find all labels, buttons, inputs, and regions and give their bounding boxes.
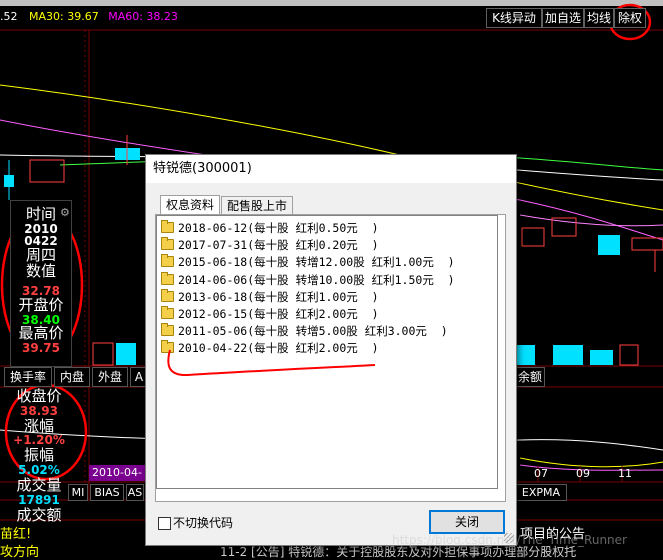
indicator-mi[interactable]: MI xyxy=(68,484,88,501)
x-tick-label: 07 xyxy=(534,467,548,480)
ex-rights-button[interactable]: 除权 xyxy=(614,8,646,28)
ma-button[interactable]: 均线 xyxy=(584,8,614,28)
tab-inner[interactable]: 内盘 xyxy=(54,367,90,387)
no-switch-code-label[interactable]: 不切换代码 xyxy=(173,514,233,531)
close-price-label: 收盘价 xyxy=(16,387,62,405)
indicator-line xyxy=(519,457,663,468)
list-item[interactable]: 2017-07-31(每十股 红利0.20元 ) xyxy=(161,237,379,253)
gear-icon[interactable]: ⚙ xyxy=(60,206,70,219)
high-value: 39.75 xyxy=(22,341,60,356)
list-item-text: 2018-06-12(每十股 红利0.50元 ) xyxy=(178,221,379,235)
volume-label: 成交量 xyxy=(16,476,62,495)
tab-placement-listing[interactable]: 配售股上市 xyxy=(221,196,294,216)
news-left: 苗红! xyxy=(0,527,32,542)
ma-indicator-bar: .52 MA30: 39.67 MA60: 38.23 xyxy=(0,7,184,27)
amplitude-label: 振幅 xyxy=(23,446,54,465)
ma60-label: MA60: 38.23 xyxy=(108,10,178,23)
ma30-label: MA30: 39.67 xyxy=(29,10,99,23)
volume-bar xyxy=(116,343,136,365)
volume-value: 17891 xyxy=(18,492,60,507)
tab-turnover[interactable]: 换手率 xyxy=(4,367,52,387)
indicator-bias[interactable]: BIAS xyxy=(90,484,124,501)
list-item[interactable]: 2015-06-18(每十股 转增12.00股 红利1.00元 ) xyxy=(161,254,455,270)
volume-bar xyxy=(553,345,583,365)
folder-icon xyxy=(161,288,174,302)
volume-bar xyxy=(515,345,535,365)
folder-icon xyxy=(161,254,174,268)
list-item[interactable]: 2013-06-18(每十股 红利1.00元 ) xyxy=(161,288,379,305)
folder-icon xyxy=(161,306,174,319)
high-label: 最高价 xyxy=(18,324,64,343)
no-switch-code-checkbox[interactable] xyxy=(158,517,171,530)
folder-icon xyxy=(161,220,174,233)
add-favorite-button[interactable]: 加自选 xyxy=(542,8,584,28)
volume-bar xyxy=(92,342,114,366)
list-item-text: 2013-06-18(每十股 红利1.00元 ) xyxy=(178,289,379,304)
list-item[interactable]: 2014-06-06(每十股 转增10.00股 红利1.50元 ) xyxy=(161,271,455,288)
folder-icon xyxy=(161,237,174,251)
ex-rights-list[interactable]: 2018-06-12(每十股 红利0.50元 ) 2017-07-31(每十股 红… xyxy=(156,215,498,489)
volume-bar xyxy=(619,344,639,366)
kline-anomaly-button[interactable]: K线异动 xyxy=(486,8,542,28)
x-tick-label: 11 xyxy=(618,467,632,480)
list-item-text: 2010-04-22(每十股 红利2.00元 ) xyxy=(178,341,379,356)
news-bottom: 攻方向 xyxy=(0,545,40,560)
tab-balance[interactable]: 余额 xyxy=(515,367,545,387)
close-button[interactable]: 关闭 xyxy=(429,510,505,534)
indicator-expma[interactable]: EXPMA xyxy=(515,484,567,501)
watermark: https://blog.csdn.net/The_Time_Runner xyxy=(392,533,627,547)
amount-label: 成交额 xyxy=(16,505,62,524)
list-item[interactable]: 2011-05-06(每十股 转增5.00股 红利3.00元 ) xyxy=(161,323,448,339)
folder-icon xyxy=(161,340,174,354)
date-marker: 2010-04- xyxy=(92,466,142,479)
candle xyxy=(631,237,663,251)
price-info-panel: 时间 2010 0422 周四 数值 32.78 开盘价 38.40 最高价 3… xyxy=(10,200,72,367)
indicator-as[interactable]: AS xyxy=(126,484,144,501)
list-item[interactable]: 2012-06-15(每十股 红利2.00元 ) xyxy=(161,306,379,322)
folder-icon xyxy=(161,323,174,337)
candle xyxy=(598,235,620,255)
list-item[interactable]: 2010-04-22(每十股 红利2.00元 ) xyxy=(161,340,379,356)
value-label: 数值 xyxy=(25,261,56,280)
candle xyxy=(29,159,65,183)
close-price-value: 38.93 xyxy=(20,403,58,418)
change-label: 涨幅 xyxy=(23,416,54,435)
ma-pink-line xyxy=(519,214,663,227)
ma-item-1: .52 xyxy=(0,10,18,23)
x-tick-label: 09 xyxy=(576,467,590,480)
list-item[interactable]: 2018-06-12(每十股 红利0.50元 ) xyxy=(161,220,379,236)
open-label: 开盘价 xyxy=(18,296,64,315)
dialog-title: 特锐德(300001) xyxy=(146,155,516,183)
list-item-text: 2011-05-06(每十股 转增5.00股 红利3.00元 ) xyxy=(178,324,448,339)
list-item-text: 2015-06-18(每十股 转增12.00股 红利1.00元 ) xyxy=(178,255,455,270)
list-item-text: 2014-06-06(每十股 转增10.00股 红利1.50元 ) xyxy=(178,272,455,287)
candle xyxy=(521,227,545,247)
list-item-text: 2012-06-15(每十股 红利2.00元 ) xyxy=(178,307,379,321)
list-item-text: 2017-07-31(每十股 红利0.20元 ) xyxy=(178,238,379,253)
volume-bar xyxy=(590,350,613,365)
folder-icon xyxy=(161,271,174,285)
tab-outer[interactable]: 外盘 xyxy=(92,367,128,387)
ex-rights-dialog: 特锐德(300001) 权息资料 配售股上市 2018-06-12(每十股 红利… xyxy=(145,154,517,546)
stats-panel: 收盘价 38.93 涨幅 +1.20% 振幅 5.02% 成交量 17891 成… xyxy=(8,388,70,523)
